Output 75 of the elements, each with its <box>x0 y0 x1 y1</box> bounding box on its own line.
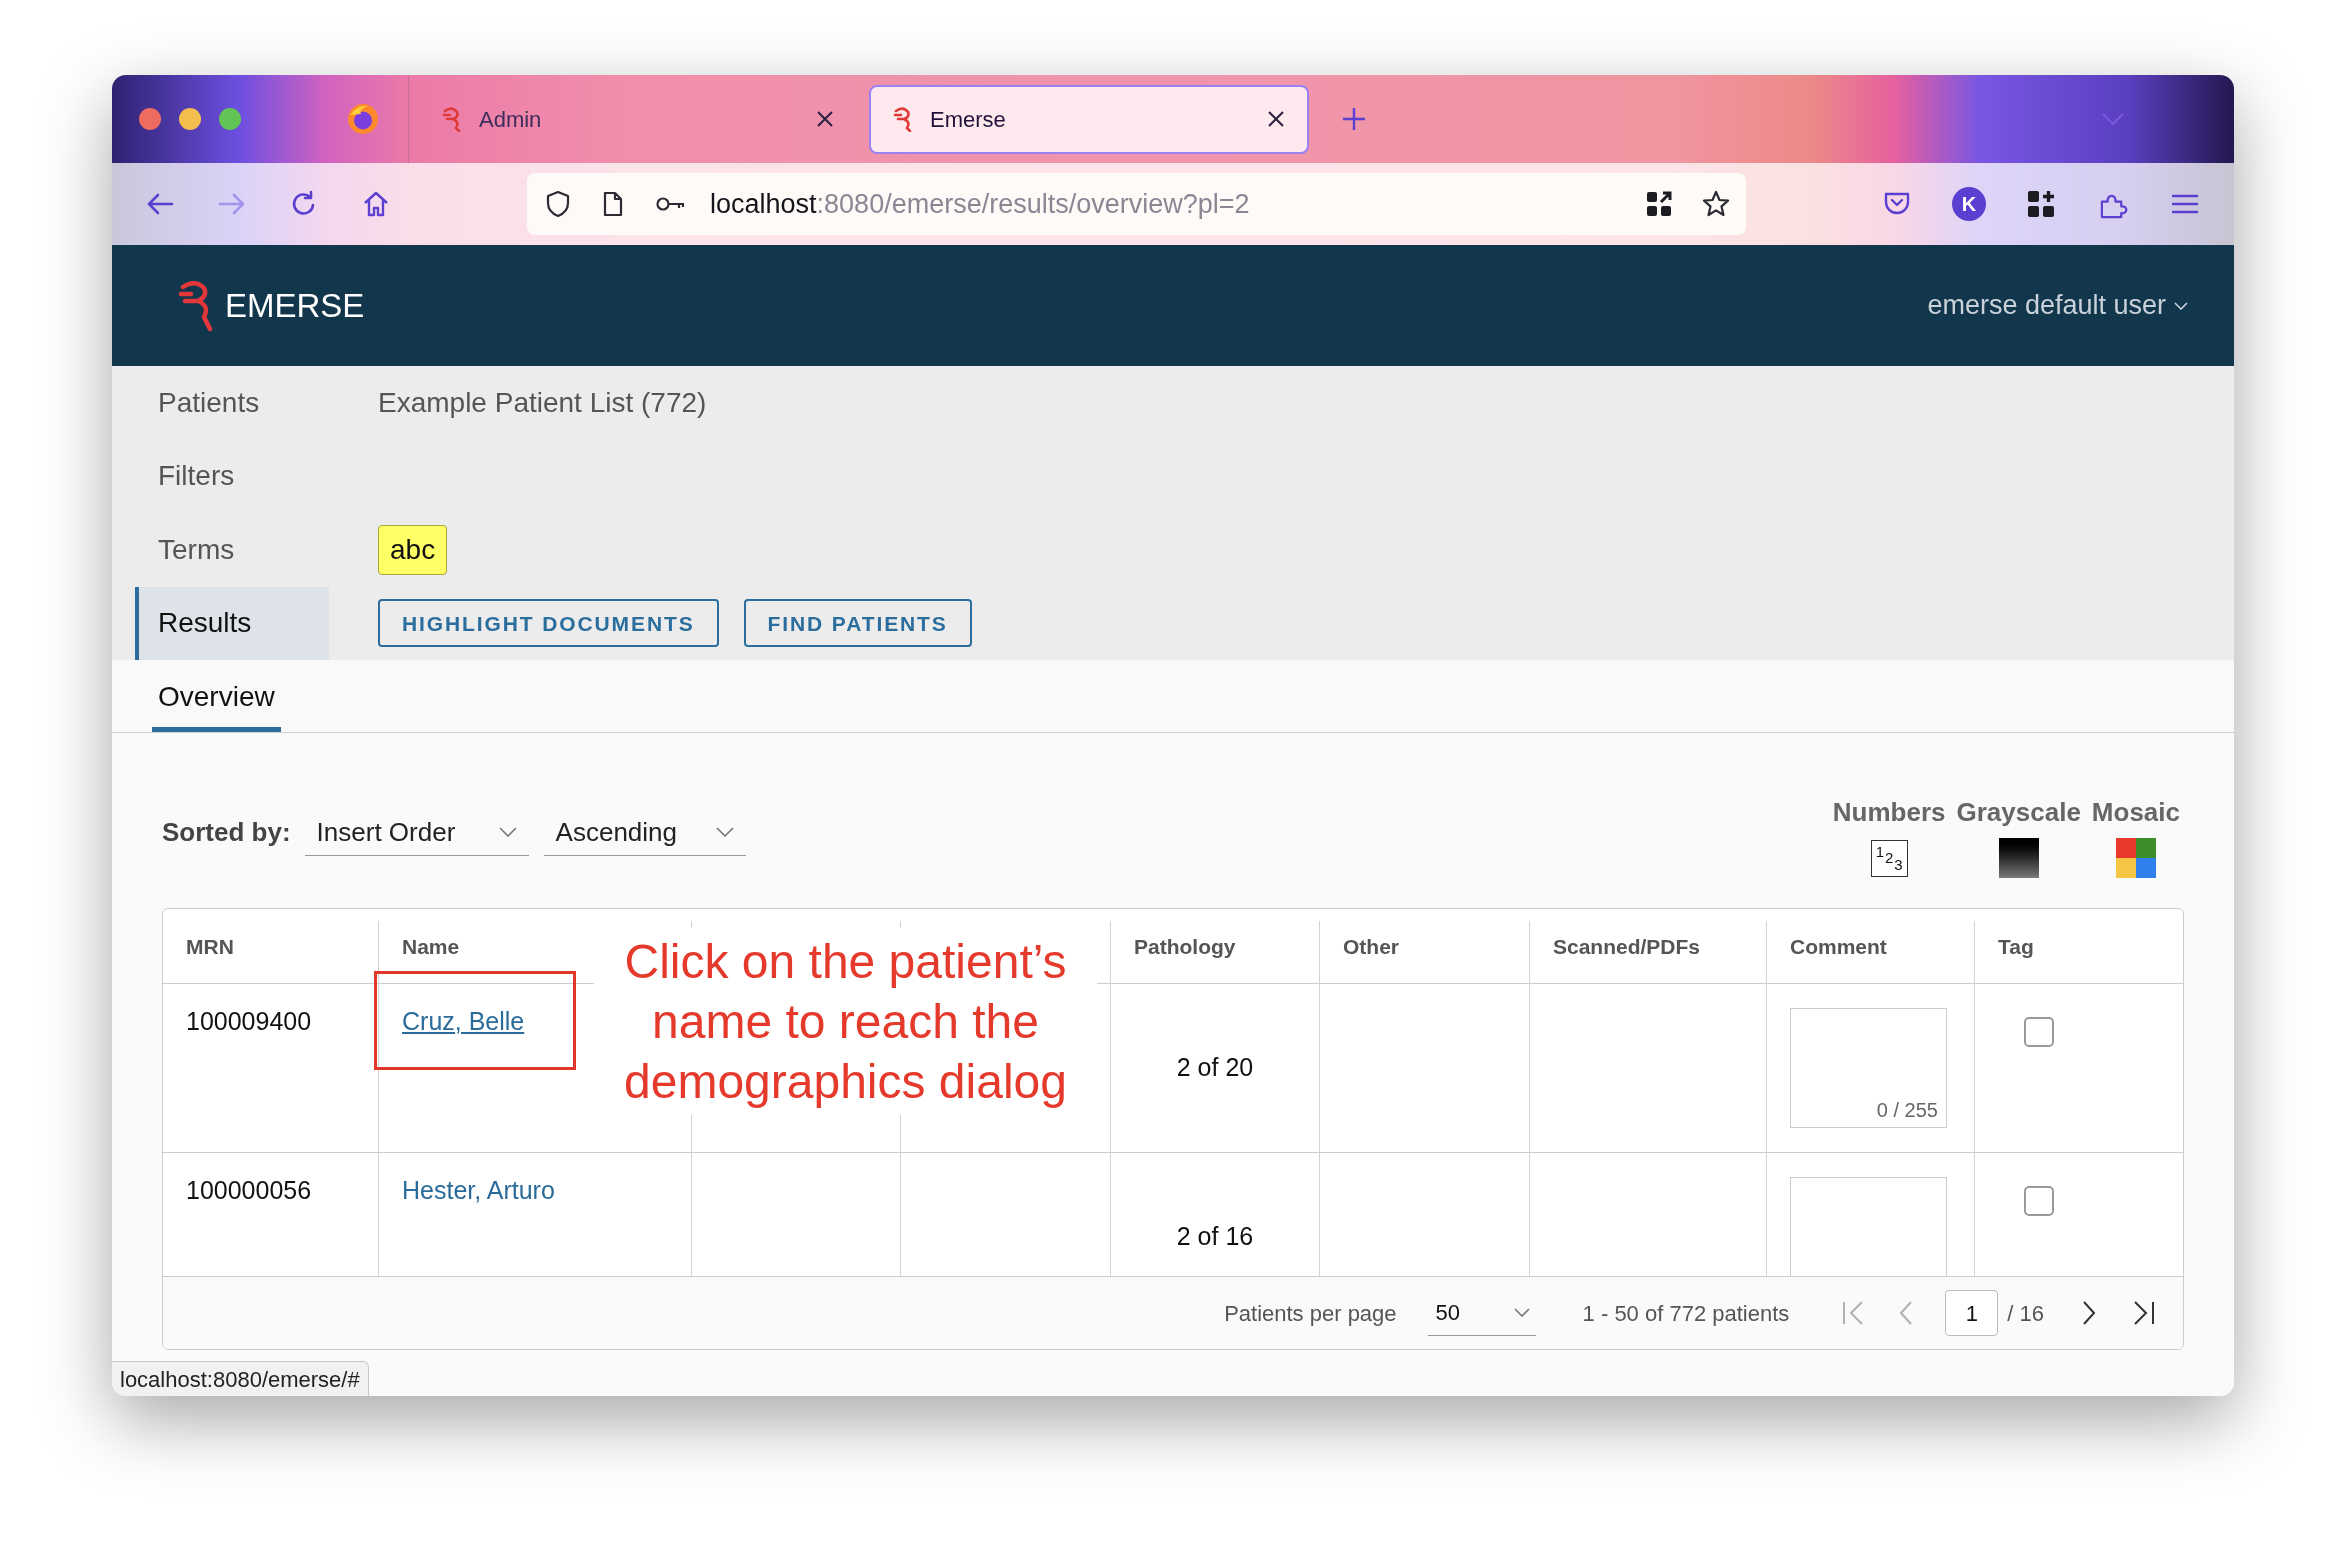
display-mode-button[interactable]: Numbers 123 <box>1832 795 1946 878</box>
back-icon[interactable] <box>146 192 174 216</box>
column-header: Name <box>402 933 460 960</box>
medical-record-number: 100000056 <box>186 1176 312 1204</box>
column-header: MRN <box>186 933 234 960</box>
comment-field[interactable] <box>1790 1177 1947 1276</box>
four-squares-icon <box>2115 838 2156 878</box>
sidebar-item[interactable]: Filters <box>135 439 329 513</box>
key-icon[interactable] <box>656 196 686 212</box>
close-icon[interactable] <box>1267 110 1285 128</box>
column-header: Scanned/PDFs <box>1553 933 1701 960</box>
shield-icon[interactable] <box>546 190 570 218</box>
menu-icon[interactable] <box>2171 193 2199 215</box>
sort-order-select[interactable]: Ascending <box>543 809 746 856</box>
column-header: Other <box>1343 933 1399 960</box>
plus-icon[interactable] <box>1342 107 1366 131</box>
callout-text: Click on the patient’s name to reach the demographics dialog <box>594 928 1097 1115</box>
column-header: Comment <box>1790 933 1887 960</box>
patient-name-link[interactable]: Hester, Arturo <box>402 1176 555 1204</box>
action-button[interactable]: HIGHLIGHT DOCUMENTS <box>378 599 719 648</box>
character-counter: 0 / 255 <box>1876 1098 1938 1123</box>
display-mode-button[interactable]: Mosaic <box>2091 795 2180 878</box>
patient-name-link[interactable]: Cruz, Belle <box>402 1007 525 1035</box>
browser-logo-icon[interactable] <box>348 104 378 134</box>
per-page-select[interactable]: 50 <box>1427 1290 1536 1336</box>
grid-plus-icon[interactable] <box>2027 190 2055 218</box>
status-bar: localhost:8080/emerse/# <box>112 1361 369 1396</box>
browser-tab[interactable]: Admin <box>418 84 858 154</box>
tag-checkbox[interactable] <box>2024 1017 2054 1047</box>
pathology-count: 2 of 16 <box>1176 1221 1254 1253</box>
sort-label: Sorted by: <box>162 816 291 849</box>
browser-tab[interactable]: Emerse <box>869 84 1309 154</box>
account-avatar[interactable]: K <box>1952 187 1986 221</box>
brand-name: EMERSE <box>225 285 365 326</box>
caret-icon <box>1513 1308 1530 1317</box>
sidebar-item[interactable]: Terms <box>135 513 329 587</box>
caret-icon <box>2174 301 2188 310</box>
gradient-square-icon <box>1998 838 2039 878</box>
window-minimize-icon[interactable] <box>179 108 201 130</box>
document-icon <box>603 191 623 217</box>
numbers-icon: 123 <box>1870 839 1908 877</box>
address-bar[interactable]: localhost:8080/emerse/results/overview?pl=2 <box>527 173 1746 235</box>
medical-record-number: 100009400 <box>186 1007 312 1035</box>
tag-checkbox[interactable] <box>2024 1186 2054 1216</box>
page-range-text: 1 - 50 of 772 patients <box>1582 1299 1790 1328</box>
sort-field-select[interactable]: Insert Order <box>304 809 529 856</box>
url-text: localhost:8080/emerse/results/overview?pl=2 <box>710 187 1250 221</box>
last-page-icon[interactable] <box>2133 1301 2155 1325</box>
home-icon[interactable] <box>362 190 390 218</box>
window-close-icon[interactable] <box>139 108 161 130</box>
chevron-pocket-icon[interactable] <box>1883 191 1911 217</box>
page-number-field[interactable]: 1 <box>1945 1290 1999 1336</box>
per-page-label: Patients per page <box>1224 1299 1397 1328</box>
close-icon[interactable] <box>816 110 834 128</box>
comment-field[interactable]: 0 / 255 <box>1790 1008 1947 1128</box>
action-button[interactable]: FIND PATIENTS <box>743 599 972 648</box>
patient-list-title: Example Patient List (772) <box>378 385 707 420</box>
window-zoom-icon[interactable] <box>219 108 241 130</box>
pathology-count: 2 of 20 <box>1176 1052 1254 1084</box>
display-mode-button[interactable]: Grayscale <box>1956 795 2081 878</box>
star-icon[interactable] <box>1702 190 1730 218</box>
page-total-text: / 16 <box>2007 1299 2044 1328</box>
column-header: Tag <box>1998 933 2034 960</box>
logo-icon <box>177 279 213 332</box>
grid-arrow-icon[interactable] <box>1646 191 1672 217</box>
site-logo-icon <box>442 106 462 132</box>
sidebar-item[interactable]: Results <box>135 586 329 660</box>
sidebar-item[interactable]: Patients <box>135 366 329 440</box>
caret-icon <box>715 827 734 837</box>
site-logo-icon <box>893 106 913 132</box>
user-menu[interactable]: emerse default user <box>1927 285 2188 326</box>
chevron-right-icon[interactable] <box>2082 1301 2096 1325</box>
caret-icon <box>498 827 517 837</box>
column-header: Pathology <box>1134 933 1236 960</box>
term-chip[interactable]: abc <box>378 524 448 575</box>
